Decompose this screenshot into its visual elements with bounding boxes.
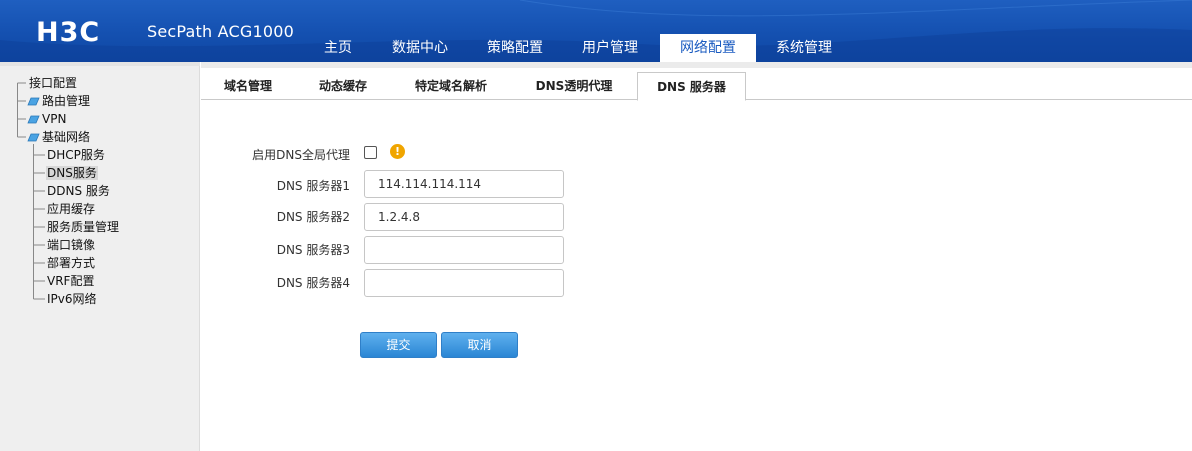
tab-dns-server[interactable]: DNS 服务器 xyxy=(637,72,746,101)
dns-server-3-label: DNS 服务器3 xyxy=(276,243,350,257)
dns-server-1-label: DNS 服务器1 xyxy=(276,179,350,193)
folder-open-icon xyxy=(27,133,40,142)
nav-network-config[interactable]: 网络配置 xyxy=(660,34,756,62)
nav-system-management[interactable]: 系统管理 xyxy=(756,34,852,62)
top-header: H3C SecPath ACG1000 主页 数据中心 策略配置 用户管理 网络… xyxy=(0,0,1192,62)
svg-text:H3C: H3C xyxy=(36,17,100,46)
tree-item-port-mirror[interactable]: 端口镜像 xyxy=(0,236,200,254)
global-proxy-label: 启用DNS全局代理 xyxy=(252,148,350,162)
tree-item-interface-config[interactable]: 接口配置 xyxy=(0,74,200,92)
nav-policy-config[interactable]: 策略配置 xyxy=(470,34,560,62)
tree-item-routing[interactable]: 路由管理 xyxy=(0,92,200,110)
cancel-button[interactable]: 取消 xyxy=(441,332,518,358)
h3c-logo: H3C xyxy=(36,17,100,46)
product-name: SecPath ACG1000 xyxy=(147,22,294,41)
sidebar: 接口配置 路由管理 VPN 基础网络 DHCP服务 DNS服务 DDNS 服务 … xyxy=(0,62,200,451)
folder-icon xyxy=(27,115,40,124)
submit-button[interactable]: 提交 xyxy=(360,332,437,358)
tree-item-ddns[interactable]: DDNS 服务 xyxy=(0,182,200,200)
main-nav: 主页 数据中心 策略配置 用户管理 网络配置 系统管理 xyxy=(306,34,852,62)
nav-tree: 接口配置 路由管理 VPN 基础网络 DHCP服务 DNS服务 DDNS 服务 … xyxy=(0,74,200,308)
dns-server-2-input[interactable] xyxy=(364,203,564,231)
tree-item-ipv6[interactable]: IPv6网络 xyxy=(0,290,200,308)
tab-specific-domain-resolution[interactable]: 特定域名解析 xyxy=(391,72,511,100)
warning-icon[interactable]: ! xyxy=(390,144,405,159)
tab-dns-transparent-proxy[interactable]: DNS透明代理 xyxy=(511,72,637,100)
dns-server-1-input[interactable] xyxy=(364,170,564,198)
dns-server-3-input[interactable] xyxy=(364,236,564,264)
tree-item-vpn[interactable]: VPN xyxy=(0,110,200,128)
tree-item-deployment[interactable]: 部署方式 xyxy=(0,254,200,272)
dns-server-2-label: DNS 服务器2 xyxy=(276,210,350,224)
nav-data-center[interactable]: 数据中心 xyxy=(370,34,470,62)
global-proxy-checkbox[interactable] xyxy=(364,146,377,159)
tree-item-vrf[interactable]: VRF配置 xyxy=(0,272,200,290)
nav-home[interactable]: 主页 xyxy=(306,34,370,62)
tree-item-dhcp[interactable]: DHCP服务 xyxy=(0,146,200,164)
sub-tab-bar: 域名管理 动态缓存 特定域名解析 DNS透明代理 DNS 服务器 xyxy=(201,62,1192,101)
dns-server-4-input[interactable] xyxy=(364,269,564,297)
folder-icon xyxy=(27,97,40,106)
dns-server-4-label: DNS 服务器4 xyxy=(276,276,350,290)
tab-domain-management[interactable]: 域名管理 xyxy=(201,72,295,100)
tree-item-app-cache[interactable]: 应用缓存 xyxy=(0,200,200,218)
tab-dynamic-cache[interactable]: 动态缓存 xyxy=(295,72,391,100)
tree-item-qos[interactable]: 服务质量管理 xyxy=(0,218,200,236)
tree-item-dns[interactable]: DNS服务 xyxy=(0,164,200,182)
tree-item-basic-network[interactable]: 基础网络 xyxy=(0,128,200,146)
nav-user-management[interactable]: 用户管理 xyxy=(560,34,660,62)
